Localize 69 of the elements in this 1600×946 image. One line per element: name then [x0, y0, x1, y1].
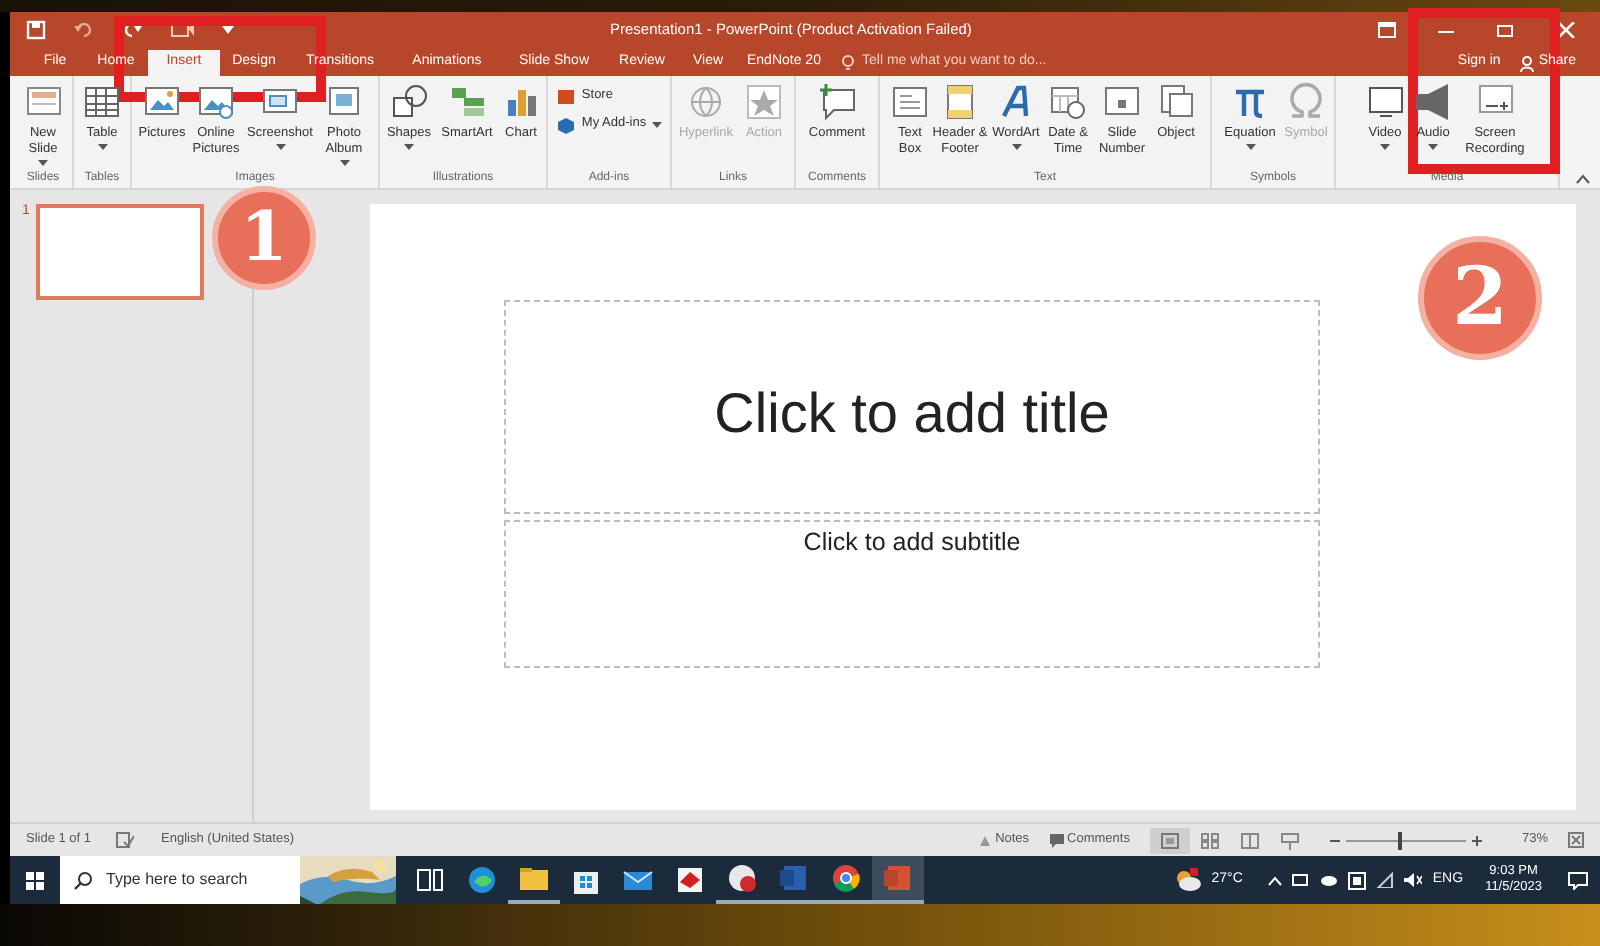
- zoom-in-icon[interactable]: [1471, 835, 1482, 845]
- ribbon-display-icon[interactable]: [1378, 22, 1396, 38]
- taskbar-search-field[interactable]: Type here to search: [60, 856, 396, 904]
- fit-to-window-icon[interactable]: [1568, 832, 1584, 848]
- spelling-check-icon[interactable]: [115, 832, 134, 848]
- add-ins-icon: [555, 114, 576, 134]
- caret-icon: [1428, 144, 1438, 150]
- caret-icon: [1011, 144, 1021, 150]
- store-icon: [555, 86, 576, 106]
- caret-icon: [404, 144, 414, 150]
- powerpoint-icon: [882, 862, 914, 894]
- reading-view-icon: [1239, 831, 1260, 849]
- close-icon[interactable]: [1556, 22, 1576, 38]
- speaker-icon: [1413, 82, 1453, 122]
- object-icon: [1156, 82, 1196, 122]
- folder-icon: [518, 862, 550, 894]
- browser-icon: [726, 862, 758, 894]
- caret-icon: [339, 160, 349, 166]
- view-button[interactable]: [1149, 827, 1190, 853]
- caret-icon: [38, 160, 48, 166]
- caret-icon: [652, 121, 663, 127]
- notification-icon[interactable]: [1568, 871, 1588, 889]
- restore-icon[interactable]: [1496, 22, 1516, 38]
- wifi-icon[interactable]: [1376, 872, 1395, 888]
- zoom-out-icon[interactable]: [1329, 835, 1340, 845]
- cloud-icon[interactable]: [1320, 874, 1339, 886]
- meet-now-icon[interactable]: [1348, 871, 1367, 889]
- text-box-icon: [890, 82, 930, 122]
- picture-icon: [196, 82, 236, 122]
- monitor-icon: [1365, 82, 1405, 122]
- smartart-icon: [447, 82, 487, 122]
- windows-start-icon[interactable]: [26, 871, 44, 889]
- save-icon: [26, 20, 46, 40]
- caret-icon: [97, 144, 107, 150]
- caret-icon: [1380, 144, 1390, 150]
- caret-icon[interactable]: [222, 26, 234, 34]
- volume-icon[interactable]: [1404, 872, 1423, 888]
- lightbulb-icon: [842, 54, 854, 72]
- caret-icon: [275, 144, 285, 150]
- slide-show-icon: [1279, 831, 1300, 849]
- calendar-icon: [1048, 82, 1088, 122]
- table-icon: [82, 82, 122, 122]
- battery-icon[interactable]: [1292, 874, 1311, 886]
- chevron-up-icon[interactable]: [1268, 875, 1283, 885]
- slide-sorter-icon: [1199, 831, 1220, 849]
- comment-icon: [1049, 833, 1064, 847]
- comment-icon: [817, 82, 857, 122]
- start-from-beginning-icon: [170, 20, 194, 40]
- globe-icon: [686, 82, 726, 122]
- edge-icon: [466, 864, 498, 896]
- normal-view-icon: [1159, 831, 1180, 849]
- word-icon: [778, 862, 810, 894]
- zoom-slider-thumb[interactable]: [1397, 831, 1402, 849]
- caret-icon: [1245, 144, 1255, 150]
- search-icon: [74, 871, 92, 889]
- weather-icon[interactable]: [1173, 868, 1202, 892]
- diamond-app-icon: [674, 864, 706, 896]
- notes-icon: [977, 833, 992, 847]
- undo-icon: [74, 20, 94, 40]
- title-placeholder[interactable]: Click to add title: [504, 300, 1320, 514]
- chrome-icon: [830, 862, 862, 894]
- omega-icon: [1286, 82, 1326, 122]
- task-view-icon: [414, 864, 446, 896]
- slide-thumbnail[interactable]: [35, 204, 204, 300]
- person-icon: [1520, 55, 1535, 71]
- collapse-ribbon-icon[interactable]: [1576, 174, 1590, 184]
- subtitle-placeholder[interactable]: Click to add subtitle: [504, 520, 1320, 668]
- shapes-icon: [389, 82, 429, 122]
- redo-icon: [122, 20, 142, 40]
